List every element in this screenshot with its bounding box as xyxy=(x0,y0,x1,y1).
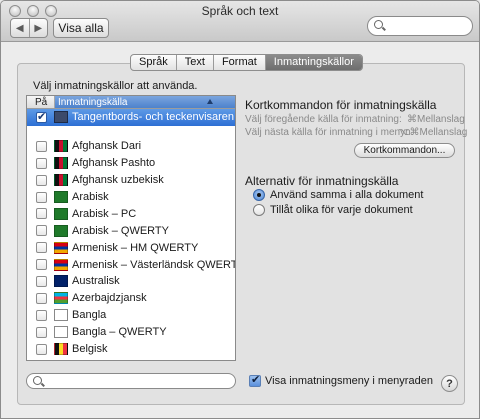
list-item-label: Afghansk uzbekisk xyxy=(72,174,164,187)
list-filter-search-field[interactable] xyxy=(26,373,236,389)
list-item-label: Afghansk Dari xyxy=(72,140,142,153)
shortcut-next-value: ⌥⌘Mellanslag xyxy=(398,127,468,138)
flag-azerbaijan-icon xyxy=(54,292,68,305)
bangla-script-icon xyxy=(54,326,68,339)
radio-per-document[interactable]: Tillåt olika för varje dokument xyxy=(253,204,413,216)
list-item-label: Azerbajdzjansk xyxy=(72,292,147,305)
flag-armenia-icon xyxy=(54,241,68,254)
list-item-label: Tangentbords- och teckenvisaren xyxy=(72,111,235,124)
flag-australia-icon xyxy=(54,275,68,288)
enable-checkbox[interactable] xyxy=(36,110,47,123)
keyboard-viewer-icon xyxy=(54,111,68,124)
list-item[interactable]: Australisk xyxy=(27,273,235,290)
enable-checkbox[interactable] xyxy=(36,208,47,220)
nav-buttons: ◀ ▶ xyxy=(10,18,48,38)
list-item[interactable]: Arabisk – QWERTY xyxy=(27,222,235,239)
enable-checkbox[interactable] xyxy=(36,309,47,321)
crescent-icon xyxy=(54,224,68,237)
radio-same-all-documents[interactable]: Använd samma i alla dokument xyxy=(253,189,423,201)
flag-armenia-icon xyxy=(54,258,68,271)
list-item-selected[interactable]: Tangentbords- och teckenvisaren xyxy=(27,109,235,126)
list-item-label: Armenisk – Västerländsk QWERTY xyxy=(72,258,236,271)
checkbox-checked[interactable] xyxy=(249,373,261,387)
list-item-label: Armenisk – HM QWERTY xyxy=(72,241,199,254)
list-item[interactable]: Afghansk Dari xyxy=(27,138,235,155)
toolbar: Språk och text ◀ ▶ Visa alla xyxy=(1,1,479,42)
radio-per-doc-label: Tillåt olika för varje dokument xyxy=(270,204,413,216)
enable-checkbox[interactable] xyxy=(36,259,47,271)
tab-sprak[interactable]: Språk xyxy=(131,55,176,70)
enable-checkbox[interactable] xyxy=(36,225,47,237)
enable-checkbox[interactable] xyxy=(36,242,47,254)
tab-text[interactable]: Text xyxy=(175,55,213,70)
radio-button-selected[interactable] xyxy=(253,189,265,201)
list-item-label: Australisk xyxy=(72,275,120,288)
column-header-name[interactable]: Inmatningskälla xyxy=(55,96,235,108)
show-input-menu-checkbox[interactable]: Visa inmatningsmeny i menyraden xyxy=(249,373,433,387)
enable-checkbox[interactable] xyxy=(36,343,47,355)
list-item[interactable]: Afghansk uzbekisk xyxy=(27,172,235,189)
forward-arrow-icon[interactable]: ▶ xyxy=(28,19,48,37)
enable-checkbox[interactable] xyxy=(36,191,47,203)
sort-ascending-icon xyxy=(207,99,213,104)
search-icon xyxy=(33,376,42,385)
tab-inmatningskallor[interactable]: Inmatningskällor xyxy=(264,55,362,70)
list-item-label: Bangla – QWERTY xyxy=(72,326,167,339)
enable-checkbox[interactable] xyxy=(36,326,47,338)
crescent-icon xyxy=(54,207,68,220)
enable-checkbox[interactable] xyxy=(36,174,47,186)
list-item[interactable]: Azerbajdzjansk xyxy=(27,290,235,307)
shortcut-prev-row: Välj föregående källa för inmatning: ⌘Me… xyxy=(245,114,465,125)
input-source-list[interactable]: På Inmatningskälla Tangentbords- och tec… xyxy=(26,95,236,361)
list-item-label: Afghansk Pashto xyxy=(72,157,156,170)
tab-format[interactable]: Format xyxy=(212,55,265,70)
bangla-script-icon xyxy=(54,309,68,322)
flag-afghanistan-icon xyxy=(54,140,68,153)
column-header-on[interactable]: På xyxy=(27,96,55,108)
shortcut-prev-value: ⌘Mellanslag xyxy=(407,114,465,125)
options-heading: Alternativ för inmatningskälla xyxy=(245,174,399,188)
shortcut-next-row: Välj nästa källa för inmatning i menyn: … xyxy=(245,127,468,138)
list-item-label: Arabisk xyxy=(72,191,109,203)
list-separator xyxy=(27,126,235,138)
back-arrow-icon[interactable]: ◀ xyxy=(11,19,29,37)
keyboard-shortcuts-button[interactable]: Kortkommandon... xyxy=(354,143,455,158)
search-field[interactable] xyxy=(367,16,473,36)
list-item[interactable]: Afghansk Pashto xyxy=(27,155,235,172)
show-all-button[interactable]: Visa alla xyxy=(53,18,109,38)
show-input-menu-label: Visa inmatningsmeny i menyraden xyxy=(265,375,433,387)
flag-afghanistan-icon xyxy=(54,157,68,170)
help-button[interactable]: ? xyxy=(441,375,458,392)
enable-checkbox[interactable] xyxy=(36,157,47,169)
list-item[interactable]: Bangla xyxy=(27,307,235,324)
list-item[interactable]: Armenisk – HM QWERTY xyxy=(27,239,235,256)
list-item[interactable]: Belgisk xyxy=(27,341,235,358)
list-item[interactable]: Arabisk xyxy=(27,189,235,206)
tab-bar: Språk Text Format Inmatningskällor xyxy=(130,54,363,71)
enable-checkbox[interactable] xyxy=(36,275,47,287)
shortcut-prev-label: Välj föregående källa för inmatning: xyxy=(245,114,402,125)
list-item-label: Bangla xyxy=(72,309,107,322)
crescent-icon xyxy=(54,191,68,203)
enable-checkbox[interactable] xyxy=(36,140,47,152)
radio-button[interactable] xyxy=(253,204,265,216)
shortcuts-heading: Kortkommandon för inmatningskälla xyxy=(245,98,437,112)
preferences-window: Språk och text ◀ ▶ Visa alla Språk Text … xyxy=(0,0,480,419)
list-item-label: Arabisk – QWERTY xyxy=(72,224,169,237)
list-item[interactable]: Armenisk – Västerländsk QWERTY xyxy=(27,256,235,273)
enable-checkbox[interactable] xyxy=(36,292,47,304)
flag-afghanistan-icon xyxy=(54,174,68,187)
flag-belgium-icon xyxy=(54,343,68,356)
search-icon xyxy=(374,20,383,29)
list-item[interactable]: Arabisk – PC xyxy=(27,205,235,222)
list-header: På Inmatningskälla xyxy=(27,96,235,109)
list-item-label: Arabisk – PC xyxy=(72,207,137,220)
shortcut-next-label: Välj nästa källa för inmatning i menyn: xyxy=(245,127,414,138)
column-header-name-label: Inmatningskälla xyxy=(58,97,128,108)
instruction-text: Välj inmatningskällor att använda. xyxy=(33,80,198,92)
list-item[interactable]: Bangla – QWERTY xyxy=(27,324,235,341)
list-item-label: Belgisk xyxy=(72,343,108,356)
radio-same-label: Använd samma i alla dokument xyxy=(270,189,424,201)
